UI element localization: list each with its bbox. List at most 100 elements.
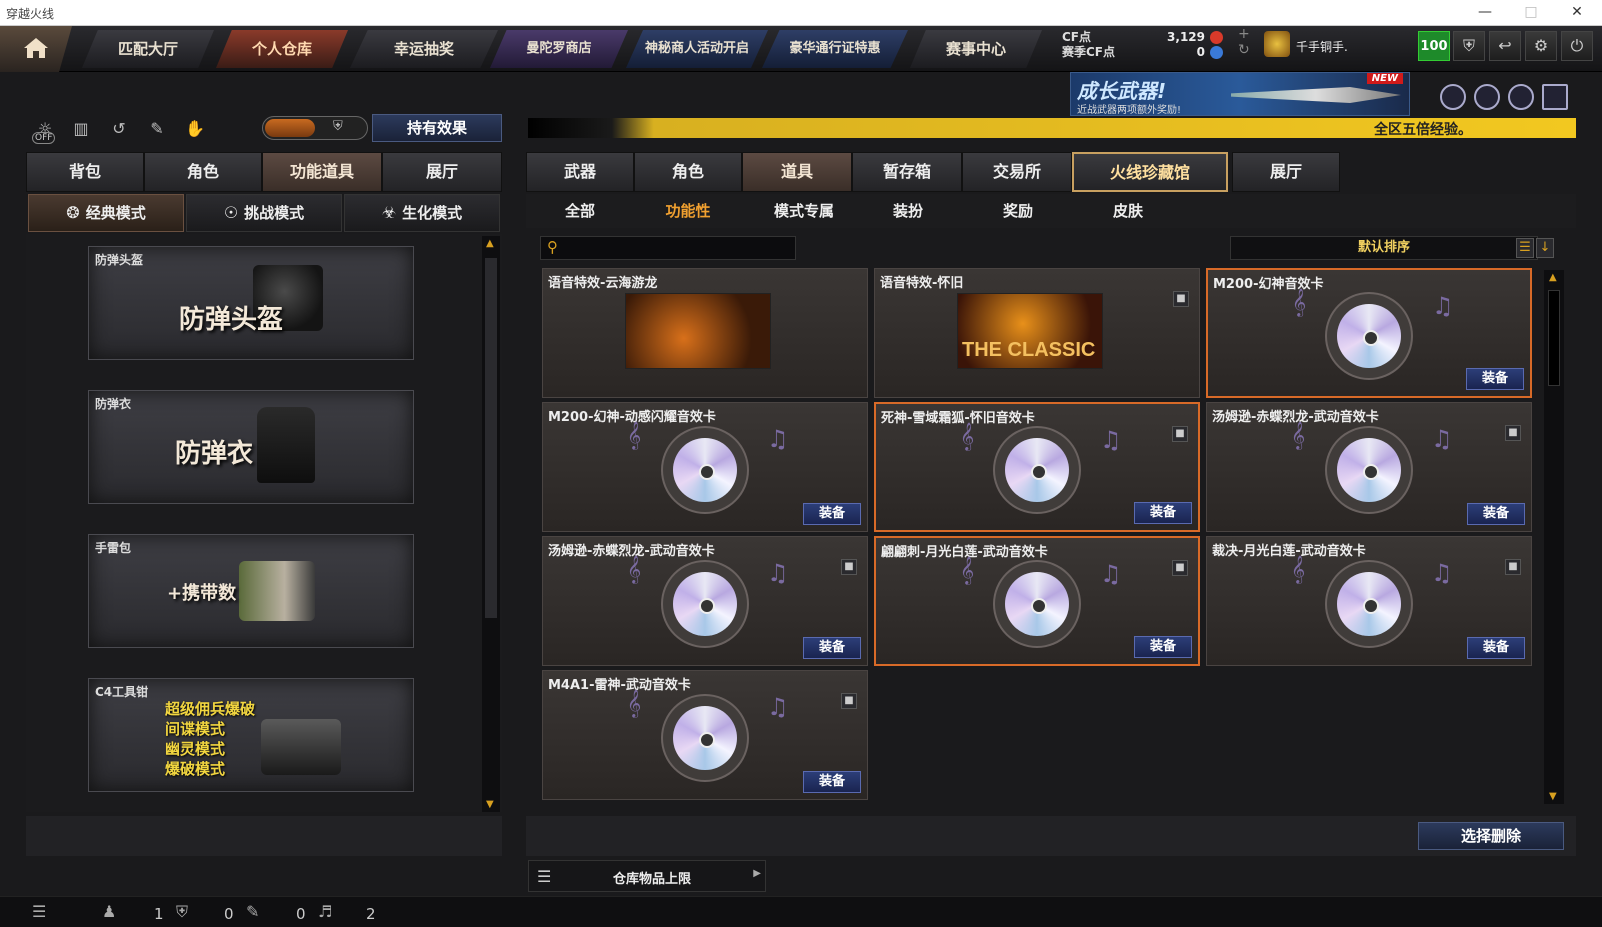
subtab-rewards[interactable]: 奖励	[978, 198, 1058, 224]
right-scroll-thumb[interactable]	[1548, 290, 1560, 386]
event-icon-2[interactable]	[1474, 84, 1500, 110]
nav-tab-match-lobby[interactable]: 匹配大厅	[82, 30, 214, 68]
status-bar: ☰ ♟ 1 ⛨ 0 ✎ 0 ♬ 2	[0, 896, 1602, 927]
tab-showroom-right[interactable]: 展厅	[1232, 152, 1340, 192]
mode-classic[interactable]: ❂ 经典模式	[28, 194, 184, 232]
view-toggle[interactable]: ⛨	[262, 116, 368, 140]
power-icon[interactable]: ⏻	[1561, 31, 1593, 61]
mode-challenge[interactable]: ☉ 挑战模式	[186, 194, 342, 232]
music-note-icon: 𝄞	[627, 689, 642, 717]
spray-icon[interactable]: ✎	[144, 116, 170, 142]
trash-icon[interactable]: ■	[1172, 560, 1188, 576]
item-card[interactable]: M200-幻神-动感闪耀音效卡 𝄞 ♫ 装备	[542, 402, 868, 532]
trash-icon[interactable]: ■	[841, 559, 857, 575]
minimize-button[interactable]: —	[1462, 0, 1508, 26]
nav-tab-event-center[interactable]: 赛事中心	[910, 30, 1042, 68]
event-icon-4[interactable]	[1542, 84, 1568, 110]
sort-dropdown[interactable]: 默认排序	[1230, 236, 1538, 260]
scroll-up-icon[interactable]: ▲	[486, 238, 494, 249]
history-icon[interactable]: ↺	[106, 116, 132, 142]
card-body-armor[interactable]: 防弹衣 防弹衣	[88, 390, 414, 504]
close-button[interactable]: ✕	[1554, 0, 1600, 26]
rank-chart-icon[interactable]: ▥	[68, 116, 94, 142]
subtab-all[interactable]: 全部	[540, 198, 620, 224]
tab-props[interactable]: 道具	[742, 152, 852, 192]
promo-banner[interactable]: 成长武器! 近战武器两项额外奖励! NEW	[1070, 72, 1410, 116]
trash-icon[interactable]: ■	[1172, 426, 1188, 442]
equip-button[interactable]: 装备	[803, 771, 861, 793]
scroll-down-icon[interactable]: ▼	[1549, 791, 1557, 802]
tab-character[interactable]: 角色	[144, 152, 262, 192]
nav-tab-mystery-merchant[interactable]: 神秘商人活动开启	[626, 30, 768, 68]
mode-biochem[interactable]: ☣ 生化模式	[344, 194, 500, 232]
item-card[interactable]: 语音特效-云海游龙	[542, 268, 868, 398]
chat-bubble-icon[interactable]: ✎	[246, 902, 259, 921]
sort-direction-icon[interactable]: ↓	[1536, 238, 1554, 258]
friends-icon[interactable]: ♟	[102, 902, 116, 921]
nav-tab-personal-warehouse[interactable]: 个人仓库	[216, 30, 348, 68]
item-card[interactable]: M200-幻神音效卡 𝄞 ♫ 装备	[1206, 268, 1532, 398]
add-cf-icon[interactable]: +	[1238, 26, 1250, 42]
item-card[interactable]: 裁决-月光白莲-武动音效卡 ■ 𝄞 ♫ 装备	[1206, 536, 1532, 666]
speaker-icon[interactable]: ♬	[318, 902, 332, 921]
tab-roles[interactable]: 角色	[634, 152, 742, 192]
tab-function-items[interactable]: 功能道具	[262, 152, 382, 192]
trash-icon[interactable]: ■	[1505, 425, 1521, 441]
item-card[interactable]: 翩翩刺-月光白莲-武动音效卡 ■ 𝄞 ♫ 装备	[874, 536, 1200, 666]
tab-weapons[interactable]: 武器	[526, 152, 634, 192]
subtab-skins[interactable]: 皮肤	[1088, 198, 1168, 224]
equip-button[interactable]: 装备	[1134, 502, 1192, 524]
item-card[interactable]: 语音特效-怀旧 ■ THE CLASSIC	[874, 268, 1200, 398]
capacity-bar[interactable]: ☰ 仓库物品上限 ▶	[528, 860, 766, 892]
equip-button[interactable]: 装备	[803, 637, 861, 659]
tab-collection[interactable]: 火线珍藏馆	[1072, 152, 1228, 192]
card-c4-pliers[interactable]: C4工具钳 超级佣兵爆破 间谍模式 幽灵模式 爆破模式	[88, 678, 414, 792]
right-scrollbar[interactable]: ▲ ▼	[1544, 270, 1564, 804]
tab-exchange[interactable]: 交易所	[962, 152, 1072, 192]
scroll-down-icon[interactable]: ▼	[486, 799, 494, 810]
hold-effect-button[interactable]: 持有效果	[372, 114, 502, 142]
maximize-button[interactable]: □	[1508, 0, 1554, 26]
c4-icon	[261, 719, 341, 775]
list-view-icon[interactable]: ☰	[1516, 238, 1534, 258]
exit-room-icon[interactable]: ↩	[1489, 31, 1521, 61]
equip-button[interactable]: 装备	[1467, 503, 1525, 525]
scroll-up-icon[interactable]: ▲	[1549, 272, 1557, 283]
home-button[interactable]	[0, 26, 72, 72]
item-card[interactable]: 汤姆逊-赤蝶烈龙-武动音效卡 ■ 𝄞 ♫ 装备	[542, 536, 868, 666]
trash-icon[interactable]: ■	[1173, 291, 1189, 307]
shield-icon[interactable]: ⛨	[1453, 31, 1485, 61]
refresh-icon[interactable]: ↻	[1238, 42, 1250, 58]
clan-shield-icon[interactable]: ⛨	[176, 902, 188, 922]
glove-icon[interactable]: ✋	[182, 116, 208, 142]
nav-tab-deluxe-pass[interactable]: 豪华通行证特惠	[762, 30, 908, 68]
select-delete-button[interactable]: 选择删除	[1418, 822, 1564, 850]
tab-showroom[interactable]: 展厅	[382, 152, 502, 192]
item-card[interactable]: 汤姆逊-赤蝶烈龙-武动音效卡 ■ 𝄞 ♫ 装备	[1206, 402, 1532, 532]
event-icon-3[interactable]	[1508, 84, 1534, 110]
banner-new-badge: NEW	[1366, 73, 1403, 84]
left-scroll-thumb[interactable]	[485, 258, 497, 618]
left-scrollbar[interactable]: ▲ ▼	[482, 236, 500, 812]
subtab-functional[interactable]: 功能性	[648, 198, 728, 224]
menu-list-icon[interactable]: ☰	[32, 902, 46, 921]
nav-tab-mandala-shop[interactable]: 曼陀罗商店	[490, 30, 628, 68]
equip-button[interactable]: 装备	[1467, 637, 1525, 659]
subtab-appearance[interactable]: 装扮	[868, 198, 948, 224]
trash-icon[interactable]: ■	[841, 693, 857, 709]
trash-icon[interactable]: ■	[1505, 559, 1521, 575]
event-icon-1[interactable]	[1440, 84, 1466, 110]
search-input[interactable]: ⚲	[540, 236, 796, 260]
card-helmet[interactable]: 防弹头盔 防弹头盔	[88, 246, 414, 360]
item-card[interactable]: 死神-雪域霜狐-怀旧音效卡 ■ 𝄞 ♫ 装备	[874, 402, 1200, 532]
tab-backpack[interactable]: 背包	[26, 152, 144, 192]
gear-icon[interactable]: ⚙	[1525, 31, 1557, 61]
card-grenade-pack[interactable]: 手雷包 +携带数	[88, 534, 414, 648]
nav-tab-lucky-draw[interactable]: 幸运抽奖	[350, 30, 498, 68]
tab-storage[interactable]: 暂存箱	[852, 152, 962, 192]
equip-button[interactable]: 装备	[803, 503, 861, 525]
equip-button[interactable]: 装备	[1466, 368, 1524, 390]
subtab-mode-exclusive[interactable]: 模式专属	[758, 198, 850, 224]
item-card[interactable]: M4A1-雷神-武动音效卡 ■ 𝄞 ♫ 装备	[542, 670, 868, 800]
equip-button[interactable]: 装备	[1134, 636, 1192, 658]
